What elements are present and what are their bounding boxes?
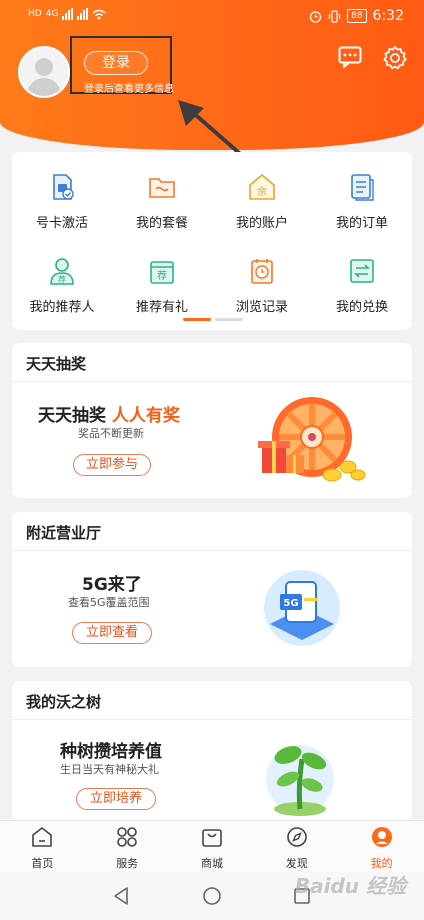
section-title: 我的沃之树	[26, 693, 102, 711]
tab-mine[interactable]: 我的	[339, 821, 424, 872]
signal-icon-2	[77, 8, 89, 20]
home-nav-icon[interactable]	[202, 886, 222, 906]
network-4g-label: 4G	[45, 9, 59, 19]
shop-headline: 5G来了	[82, 575, 142, 595]
draw-headline-a: 天天抽奖	[38, 406, 106, 426]
draw-subtitle: 奖品不断更新	[78, 427, 144, 440]
tab-service[interactable]: 服务	[85, 821, 170, 872]
battery-icon: 88	[347, 9, 367, 23]
tree-illustration	[266, 745, 334, 816]
watermark: Baidu 经验	[294, 874, 406, 898]
grid-item-my-package[interactable]: 我的套餐	[112, 166, 212, 232]
tab-discover[interactable]: 发现	[254, 821, 339, 872]
tab-label: 服务	[116, 857, 139, 870]
grid-item-sim-activate[interactable]: 号卡激活	[12, 166, 112, 232]
message-icon[interactable]	[338, 46, 362, 68]
tree-subtitle: 生日当天有神秘大礼	[60, 763, 159, 776]
daily-draw-card: 天天抽奖 天天抽奖 人人有奖 奖品不断更新 立即参与	[12, 343, 412, 498]
view-now-button[interactable]: 立即查看	[72, 622, 152, 644]
wo-tree-card: 我的沃之树 种树攒培养值 生日当天有神秘大礼 立即培养	[12, 681, 412, 821]
grid-item-my-account[interactable]: 余 我的账户	[212, 166, 312, 232]
grid-item-label: 号卡激活	[35, 216, 88, 231]
section-title: 附近营业厅	[26, 524, 102, 542]
5g-illustration: 5G	[264, 570, 340, 646]
wifi-icon	[92, 9, 106, 19]
grid-item-my-orders[interactable]: 我的订单	[312, 166, 412, 232]
grid-item-referral-gift[interactable]: 荐 推荐有礼	[112, 250, 212, 316]
gear-icon[interactable]	[382, 45, 408, 71]
tab-home[interactable]: 首页	[0, 821, 85, 872]
avatar[interactable]	[18, 46, 70, 98]
shop-subtitle: 查看5G覆盖范围	[68, 596, 150, 609]
clock: 6:32	[372, 8, 404, 24]
tab-label: 首页	[31, 857, 54, 870]
mine-icon	[371, 827, 392, 847]
tab-mall[interactable]: 商城	[170, 821, 255, 872]
nearby-store-card: 附近营业厅 5G来了 查看5G覆盖范围 立即查看 5G	[12, 512, 412, 667]
tab-label: 发现	[285, 857, 308, 870]
hd-label: HD	[28, 9, 42, 19]
grid-item-my-referrer[interactable]: 荐 我的推荐人	[12, 250, 112, 316]
compass-icon	[286, 827, 307, 847]
bottom-tab-bar: 首页 服务 商城 发现 我的	[0, 820, 424, 872]
shop-bag-icon	[202, 829, 222, 847]
package-icon	[149, 178, 175, 198]
prize-wheel-illustration	[258, 397, 366, 482]
exchange-icon	[350, 259, 374, 283]
login-hint: 登录后查看更多信息	[84, 84, 174, 95]
join-now-button[interactable]: 立即参与	[73, 454, 151, 476]
grid-item-my-exchange[interactable]: 我的兑换	[312, 250, 412, 316]
quick-menu-card: 号卡激活 我的套餐 余 我的账户 我的订单 荐 我的推荐人 荐 推荐有礼 浏览记…	[12, 152, 412, 330]
login-button[interactable]: 登录	[84, 51, 148, 75]
home-icon	[32, 827, 53, 847]
vibrate-icon	[328, 9, 341, 23]
referrer-icon: 荐	[50, 258, 74, 285]
grid-item-browse-history[interactable]: 浏览记录	[212, 250, 312, 316]
order-icon	[351, 174, 374, 201]
draw-headline: 天天抽奖 人人有奖	[38, 401, 180, 426]
account-icon-text: 余	[257, 185, 267, 198]
gift-icon-text: 荐	[157, 270, 167, 282]
cultivate-now-button[interactable]: 立即培养	[76, 788, 156, 810]
referrer-icon-text: 荐	[58, 274, 66, 284]
history-icon	[251, 259, 273, 284]
status-bar: HD 4G 88 6:32	[0, 0, 424, 34]
grid-item-label: 我的推荐人	[29, 300, 95, 315]
draw-headline-b: 人人有奖	[111, 406, 180, 426]
section-title: 天天抽奖	[26, 355, 87, 373]
grid-item-label: 我的账户	[235, 216, 288, 231]
grid-item-label: 我的套餐	[135, 216, 188, 231]
signal-icon	[62, 8, 74, 20]
service-icon	[117, 827, 137, 847]
grid-item-label: 推荐有礼	[135, 300, 188, 315]
back-icon[interactable]	[112, 886, 132, 906]
page-indicator	[183, 318, 243, 321]
tab-label: 我的	[370, 857, 393, 870]
sim-card-icon	[53, 174, 74, 200]
gift-icon: 荐	[150, 261, 174, 284]
grid-item-label: 我的兑换	[335, 300, 388, 315]
account-icon: 余	[249, 173, 275, 200]
grid-item-label: 我的订单	[335, 216, 388, 231]
5g-badge-text: 5G	[283, 598, 298, 609]
alarm-icon	[309, 10, 322, 23]
tab-label: 商城	[200, 857, 223, 870]
grid-item-label: 浏览记录	[235, 300, 288, 315]
tree-headline: 种树攒培养值	[60, 742, 162, 762]
